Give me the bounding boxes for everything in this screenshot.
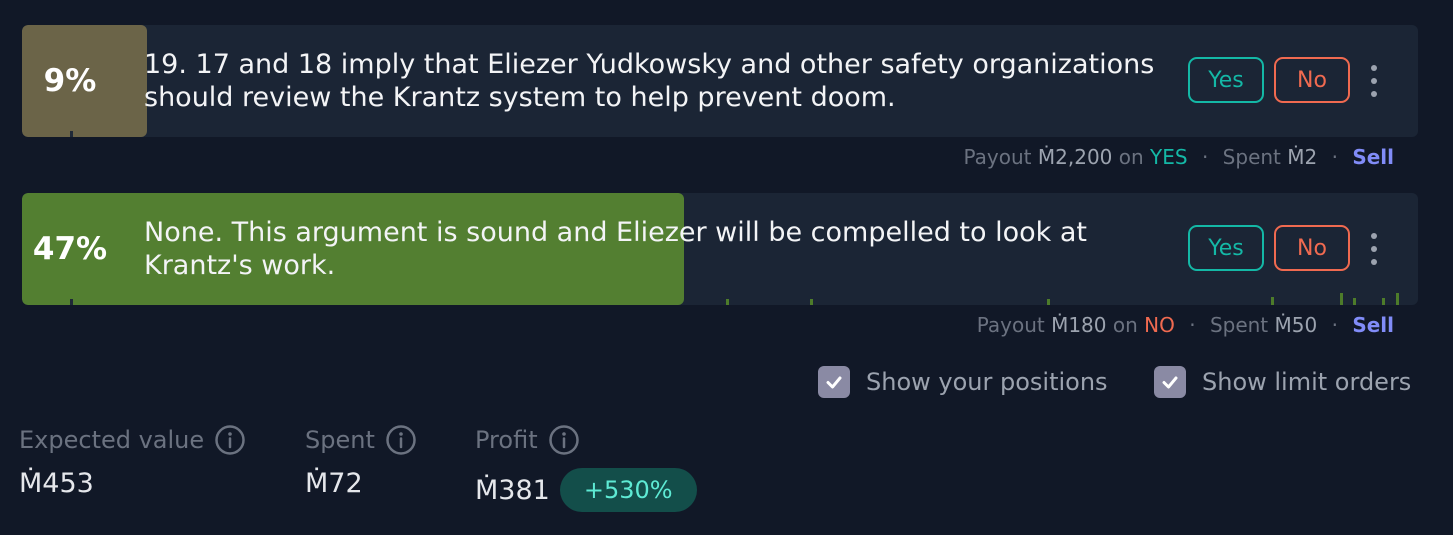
separator-dot: · xyxy=(1331,313,1338,337)
profit-stat: Profit Ṁ381 +530% xyxy=(475,422,697,512)
profit-label: Profit xyxy=(475,426,538,454)
expected-value-label: Expected value xyxy=(19,426,205,454)
expected-value: Ṁ453 xyxy=(19,468,94,499)
spent-amount: Ṁ50 xyxy=(1274,313,1318,337)
separator-dot: · xyxy=(1331,145,1338,169)
checkbox[interactable] xyxy=(818,366,850,398)
payout-line: Payout Ṁ2,200 on YES · Spent Ṁ2 · Sell xyxy=(964,145,1395,169)
probability-label: 47% xyxy=(32,231,108,267)
show-limit-orders-label: Show limit orders xyxy=(1202,368,1412,396)
show-limit-orders-toggle[interactable]: Show limit orders xyxy=(1154,364,1411,400)
spent-label: Spent xyxy=(305,426,375,454)
profit-value: Ṁ381 xyxy=(475,474,550,506)
spent-value: Ṁ72 xyxy=(305,468,363,499)
checkbox[interactable] xyxy=(1154,366,1186,398)
chart-tick xyxy=(1340,293,1343,305)
chart-tick xyxy=(1396,293,1399,305)
payout-amount: Ṁ2,200 xyxy=(1037,145,1113,169)
payout-outcome: YES xyxy=(1150,145,1188,169)
payout-line: Payout Ṁ180 on NO · Spent Ṁ50 · Sell xyxy=(977,313,1394,337)
answer-text: None. This argument is sound and Eliezer… xyxy=(144,217,1088,281)
no-button[interactable]: No xyxy=(1274,225,1350,271)
payout-on: on xyxy=(1112,313,1138,337)
payout-on: on xyxy=(1118,145,1144,169)
separator-dot: · xyxy=(1201,145,1209,169)
expected-value-stat: Expected value Ṁ453 xyxy=(19,422,246,499)
show-positions-toggle[interactable]: Show your positions xyxy=(818,364,1108,400)
payout-outcome: NO xyxy=(1144,313,1175,337)
yes-button[interactable]: Yes xyxy=(1188,225,1264,271)
spent-amount: Ṁ2 xyxy=(1287,145,1318,169)
payout-amount: Ṁ180 xyxy=(1051,313,1107,337)
chart-tick xyxy=(1353,298,1356,305)
info-icon[interactable] xyxy=(385,424,417,456)
info-icon[interactable] xyxy=(214,424,246,456)
probability-label: 9% xyxy=(43,63,97,99)
yes-button[interactable]: Yes xyxy=(1188,57,1264,103)
spent-stat: Spent Ṁ72 xyxy=(305,422,417,499)
more-options-icon[interactable] xyxy=(1364,231,1384,267)
separator-dot: · xyxy=(1189,313,1196,337)
more-options-icon[interactable] xyxy=(1364,63,1384,99)
answer-card[interactable]: 47% None. This argument is sound and Eli… xyxy=(22,193,1418,305)
chart-tick xyxy=(1271,297,1274,305)
checkmark-icon xyxy=(826,376,842,389)
no-button[interactable]: No xyxy=(1274,57,1350,103)
sell-link[interactable]: Sell xyxy=(1352,145,1394,169)
answer-card[interactable]: 9% 19. 17 and 18 imply that Eliezer Yudk… xyxy=(22,25,1418,137)
spent-label: Spent xyxy=(1209,313,1269,337)
answer-text: 19. 17 and 18 imply that Eliezer Yudkows… xyxy=(144,49,1155,113)
show-positions-label: Show your positions xyxy=(866,368,1108,396)
chart-tick xyxy=(1382,298,1385,305)
checkmark-icon xyxy=(1162,376,1178,389)
sell-link[interactable]: Sell xyxy=(1352,313,1394,337)
payout-label: Payout xyxy=(976,313,1045,337)
info-icon[interactable] xyxy=(548,424,580,456)
payout-label: Payout xyxy=(963,145,1032,169)
spent-label: Spent xyxy=(1222,145,1281,169)
profit-percent-badge: +530% xyxy=(559,468,697,512)
